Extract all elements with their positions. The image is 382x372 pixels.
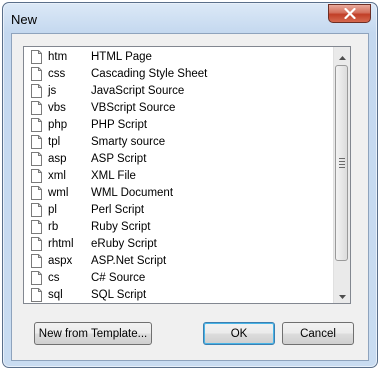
vertical-scrollbar[interactable] [333, 47, 350, 303]
file-icon [31, 203, 42, 217]
file-extension: rb [48, 221, 59, 233]
list-item[interactable]: js JavaScript Source [24, 83, 334, 100]
file-description: SQL Script [91, 289, 147, 301]
dialog-body: htm HTML Page css Cascading Style Sheet js Ja… [11, 33, 369, 361]
title-bar[interactable]: New [3, 3, 377, 33]
file-extension: wml [48, 187, 69, 199]
list-item[interactable]: vbs VBScript Source [24, 100, 334, 117]
list-item[interactable]: sql SQL Script [24, 287, 334, 303]
file-extension: xml [48, 170, 66, 182]
file-description: Smarty source [91, 136, 166, 148]
file-extension: php [48, 119, 68, 131]
file-icon [31, 186, 42, 200]
new-dialog: New htm HTML Page css Cascading Style Sheet… [2, 2, 378, 368]
scroll-thumb[interactable] [335, 65, 348, 261]
close-button[interactable] [328, 4, 371, 23]
list-item[interactable]: wml WML Document [24, 185, 334, 202]
file-icon [31, 169, 42, 183]
file-extension: js [48, 85, 57, 97]
file-icon [31, 220, 42, 234]
file-icon [31, 135, 42, 149]
file-description: Perl Script [91, 204, 145, 216]
list-item[interactable]: css Cascading Style Sheet [24, 66, 334, 83]
file-extension: rhtml [48, 238, 74, 250]
file-icon [31, 101, 42, 115]
file-description: JavaScript Source [91, 85, 185, 97]
file-extension: pl [48, 204, 57, 216]
file-icon [31, 50, 42, 64]
file-type-list[interactable]: htm HTML Page css Cascading Style Sheet js Ja… [23, 46, 351, 304]
list-item[interactable]: tpl Smarty source [24, 134, 334, 151]
file-description: HTML Page [91, 51, 152, 63]
file-icon [31, 152, 42, 166]
file-extension: cs [48, 272, 60, 284]
list-item[interactable]: php PHP Script [24, 117, 334, 134]
ok-button[interactable]: OK [203, 322, 275, 345]
file-extension: aspx [48, 255, 73, 267]
file-description: XML File [91, 170, 136, 182]
list-item[interactable]: pl Perl Script [24, 202, 334, 219]
file-extension: sql [48, 289, 63, 301]
close-icon [343, 8, 356, 19]
file-icon [31, 254, 42, 268]
list-item[interactable]: aspx ASP.Net Script [24, 253, 334, 270]
file-description: VBScript Source [91, 102, 176, 114]
file-icon [31, 118, 42, 132]
file-description: C# Source [91, 272, 146, 284]
new-from-template-button[interactable]: New from Template... [34, 322, 152, 345]
file-description: Cascading Style Sheet [91, 68, 208, 80]
file-extension: asp [48, 153, 67, 165]
list-item[interactable]: xml XML File [24, 168, 334, 185]
arrow-up-icon [338, 47, 346, 65]
file-icon [31, 288, 42, 302]
list-item[interactable]: cs C# Source [24, 270, 334, 287]
file-icon [31, 237, 42, 251]
file-extension: htm [48, 51, 68, 63]
list-item[interactable]: rhtml eRuby Script [24, 236, 334, 253]
file-description: ASP Script [91, 153, 147, 165]
file-description: PHP Script [91, 119, 148, 131]
file-icon [31, 84, 42, 98]
file-description: ASP.Net Script [91, 255, 167, 267]
arrow-down-icon [338, 286, 346, 304]
file-description: WML Document [91, 187, 174, 199]
cancel-button[interactable]: Cancel [282, 322, 354, 345]
scroll-down-button[interactable] [334, 286, 350, 303]
file-extension: tpl [48, 136, 61, 148]
file-description: Ruby Script [91, 221, 151, 233]
file-type-rows: htm HTML Page css Cascading Style Sheet js Ja… [24, 49, 334, 303]
scroll-up-button[interactable] [334, 47, 350, 64]
file-extension: vbs [48, 102, 66, 114]
file-extension: css [48, 68, 66, 80]
list-item[interactable]: htm HTML Page [24, 49, 334, 66]
list-item[interactable]: asp ASP Script [24, 151, 334, 168]
file-icon [31, 67, 42, 81]
file-icon [31, 271, 42, 285]
list-item[interactable]: rb Ruby Script [24, 219, 334, 236]
file-description: eRuby Script [91, 238, 157, 250]
dialog-title: New [11, 12, 38, 27]
scroll-grip [339, 158, 345, 170]
